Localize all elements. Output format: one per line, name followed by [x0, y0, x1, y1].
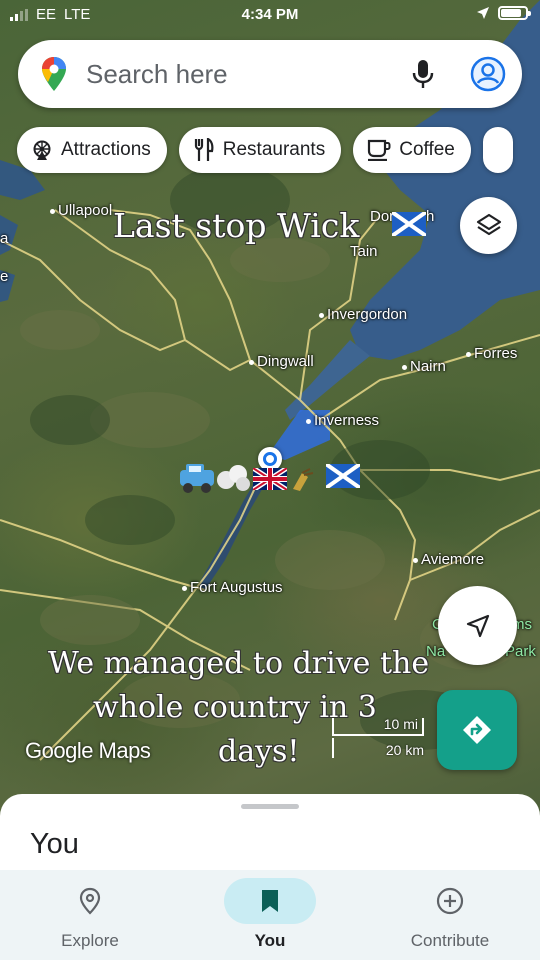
fork-knife-icon	[194, 138, 214, 161]
bagpipes-sticker-icon	[293, 468, 314, 491]
story-text-top: Last stop Wick	[113, 206, 360, 245]
dash-smoke-icon	[217, 465, 250, 491]
location-arrow-icon	[477, 7, 489, 19]
nav-explore[interactable]: Explore	[0, 870, 180, 960]
nav-explore-label: Explore	[61, 931, 119, 950]
account-icon[interactable]	[470, 56, 506, 92]
scotland-flag-icon	[326, 464, 360, 488]
place-dingwall[interactable]: Dingwall	[249, 353, 314, 370]
nav-you-label: You	[254, 931, 286, 950]
my-location-button[interactable]	[438, 586, 517, 665]
chip-restaurants[interactable]: Restaurants	[178, 127, 342, 173]
story-text-line3: days!	[218, 734, 300, 769]
layers-icon	[476, 213, 501, 235]
place-inverness[interactable]: Inverness	[306, 412, 379, 429]
ferris-wheel-icon	[33, 140, 51, 160]
chip-restaurants-label: Restaurants	[222, 139, 326, 160]
nav-you[interactable]: You	[180, 870, 360, 960]
google-maps-logo: Google Maps	[25, 738, 151, 763]
chip-coffee[interactable]: Coffee	[353, 127, 471, 173]
chip-coffee-label: Coffee	[399, 139, 455, 160]
status-time: 4:34 PM	[241, 6, 299, 23]
car-sticker-icon	[180, 464, 214, 493]
place-nairn[interactable]: Nairn	[402, 358, 446, 375]
category-chips: Attractions Restaurants Coffee	[17, 127, 513, 173]
place-invergordon[interactable]: Invergordon	[319, 306, 407, 323]
nav-contribute-label: Contribute	[410, 931, 490, 950]
scale-metric: 20 km	[385, 742, 424, 758]
layers-button[interactable]	[460, 197, 517, 254]
place-tain[interactable]: Tain	[350, 243, 378, 260]
directions-icon	[463, 716, 491, 744]
chip-more[interactable]	[482, 127, 513, 173]
search-bar[interactable]: Search here	[18, 40, 522, 108]
coffee-cup-icon	[368, 139, 391, 161]
place-forres[interactable]: Forres	[466, 345, 517, 362]
directions-button[interactable]	[437, 690, 517, 770]
bookmark-icon	[262, 890, 278, 912]
scotland-flag-small-icon	[392, 212, 426, 236]
chip-attractions-label: Attractions	[61, 139, 151, 160]
scale-imperial: 10 mi	[383, 716, 418, 732]
story-text-line1: We managed to drive the	[48, 646, 430, 681]
status-bar: EE LTE 4:34 PM	[0, 0, 540, 32]
search-input[interactable]: Search here	[86, 59, 412, 90]
add-circle-icon	[436, 887, 464, 915]
sheet-drag-handle[interactable]	[241, 804, 299, 809]
place-dornoch[interactable]: Dor	[370, 208, 394, 225]
google-maps-pin-icon	[42, 57, 66, 91]
sheet-title: You	[30, 828, 79, 860]
place-dornoch-end: h	[426, 208, 435, 225]
place-aviemore[interactable]: Aviemore	[413, 551, 484, 568]
microphone-icon[interactable]	[412, 59, 434, 89]
place-edge-e: e	[0, 268, 9, 285]
uk-flag-icon	[253, 468, 287, 490]
map-pin-icon	[79, 887, 101, 915]
place-ullapool[interactable]: Ullapool	[50, 202, 112, 219]
navigation-arrow-icon	[466, 614, 489, 637]
nav-contribute[interactable]: Contribute	[360, 870, 540, 960]
place-fort-augustus[interactable]: Fort Augustus	[182, 579, 283, 596]
chip-attractions[interactable]: Attractions	[17, 127, 167, 173]
battery-icon	[498, 6, 531, 20]
bottom-navigation: Explore You Contribute	[0, 870, 540, 960]
place-edge-a: a	[0, 230, 9, 247]
